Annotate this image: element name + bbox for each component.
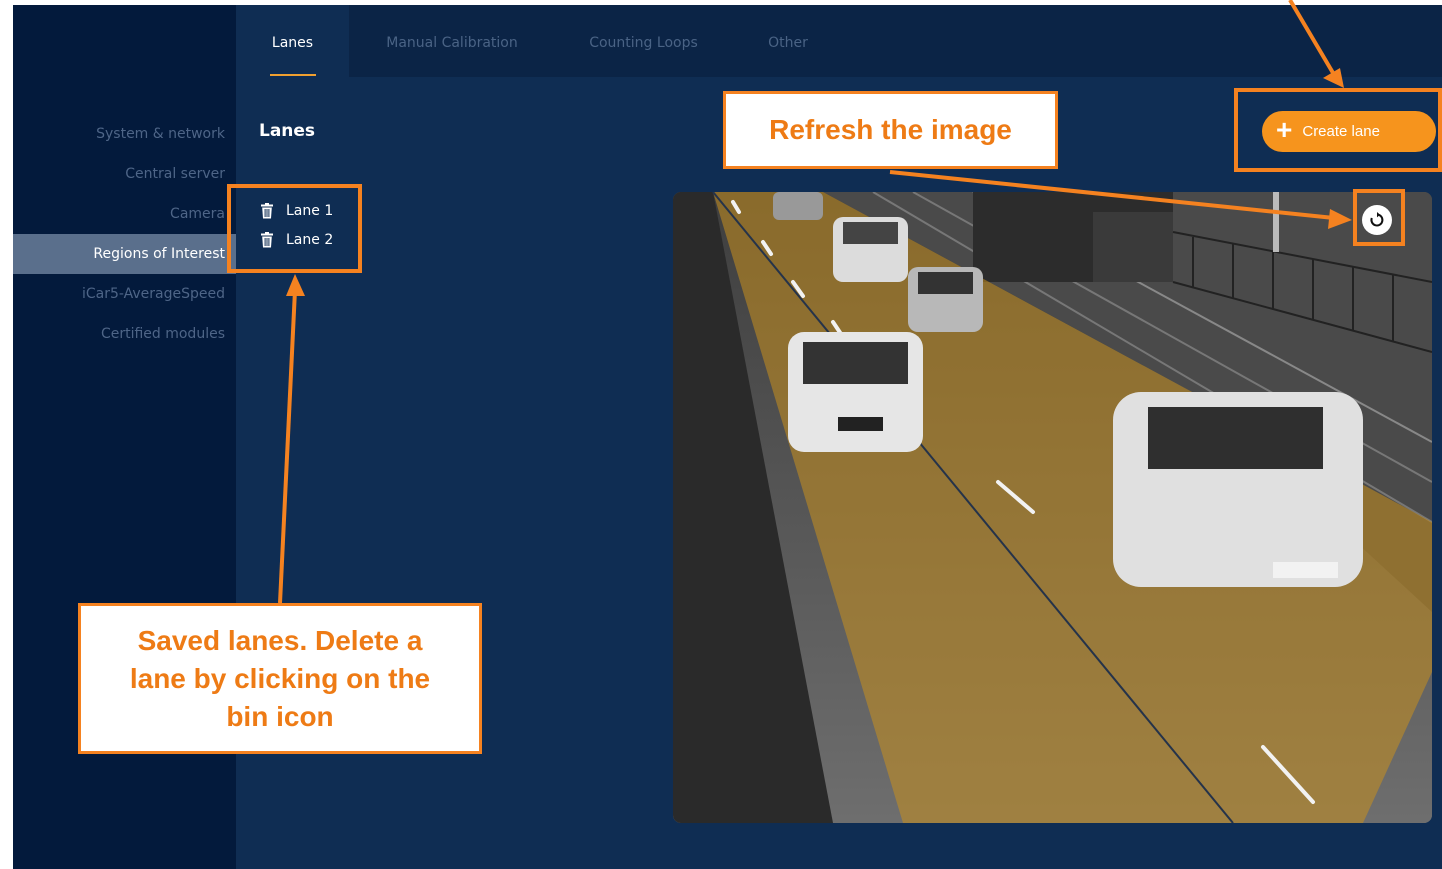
refresh-callout: Refresh the image <box>723 91 1058 169</box>
refresh-callout-text: Refresh the image <box>769 114 1012 145</box>
saved-lanes-callout-line: lane by clicking on the <box>129 662 431 694</box>
saved-lanes-callout-line: bin icon <box>226 700 334 732</box>
saved-lanes-callout: Saved lanes. Delete a lane by clicking o… <box>78 603 482 754</box>
saved-lanes-callout-line: Saved lanes. Delete a <box>137 624 423 656</box>
